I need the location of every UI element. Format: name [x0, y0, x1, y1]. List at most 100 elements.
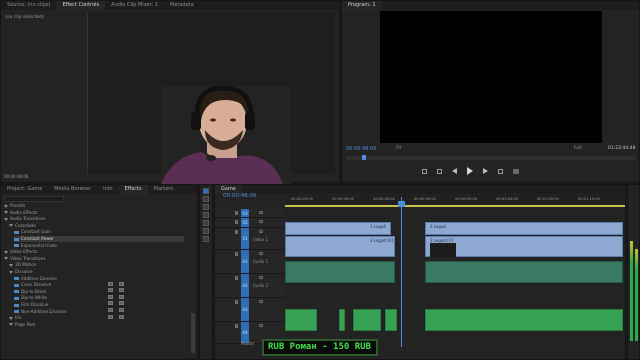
- lift-icon[interactable]: [498, 168, 503, 174]
- clip-audio-a1-2[interactable]: [425, 261, 623, 283]
- tab-source[interactable]: Source: (no clips): [1, 1, 56, 10]
- effect-item[interactable]: Dip to White: [14, 295, 184, 306]
- master-track-label: Master: [241, 341, 255, 346]
- track-target-toggle[interactable]: V2: [241, 218, 249, 227]
- effect-folder[interactable]: Audio Effects: [4, 210, 184, 216]
- effect-item[interactable]: Exponential Fade: [14, 243, 184, 249]
- effect-folder[interactable]: Crossfade: [9, 223, 184, 229]
- playhead-handle-icon[interactable]: [398, 201, 405, 207]
- tab-project[interactable]: Project: Game: [1, 185, 48, 194]
- program-scrubber-bar[interactable]: [346, 156, 636, 160]
- lock-icon[interactable]: [235, 324, 238, 328]
- ruler-tick-label: 00:01:10:00: [578, 197, 600, 201]
- effect-folder[interactable]: Presets: [4, 203, 184, 209]
- clip-video-v2-1[interactable]: 3 Lega4: [285, 222, 391, 235]
- track-header-a2[interactable]: A2 Audio 2: [215, 274, 285, 298]
- clip-audio-a3-4[interactable]: [385, 309, 397, 331]
- effect-folder[interactable]: Page Peel: [9, 322, 184, 328]
- program-duration: 01:23:44:48: [608, 146, 636, 151]
- effect-item[interactable]: Non-Additive Dissolve: [14, 309, 184, 319]
- program-current-timecode[interactable]: 00:00:48:06: [346, 146, 377, 152]
- step-forward-icon[interactable]: [483, 168, 488, 174]
- lock-icon[interactable]: [235, 252, 238, 256]
- export-frame-icon[interactable]: [513, 168, 519, 174]
- lock-icon[interactable]: [235, 230, 238, 234]
- slip-tool-icon[interactable]: [203, 220, 209, 226]
- effect-folder[interactable]: Audio Transitions: [4, 216, 184, 222]
- tab-effects[interactable]: Effects: [118, 185, 148, 194]
- effect-item[interactable]: Constant Gain: [14, 229, 184, 235]
- program-fit-select[interactable]: Fit: [396, 146, 401, 151]
- program-playhead-icon[interactable]: [362, 155, 366, 160]
- timeline-timecode[interactable]: 00:00:48:06: [223, 193, 257, 199]
- track-target-toggle[interactable]: A2: [241, 274, 249, 297]
- effect-item[interactable]: Constant Power: [14, 236, 184, 242]
- tab-program[interactable]: Program: 1: [342, 1, 382, 10]
- track-header-a1[interactable]: A1 Audio 1: [215, 250, 285, 274]
- clip-video-v1-2[interactable]: 3 Lega4 [V]: [425, 236, 623, 257]
- program-monitor-panel: Program: 1 00:00:48:06 Fit Full 01:23:44…: [341, 0, 640, 183]
- lock-icon[interactable]: [235, 211, 238, 215]
- ripple-edit-tool-icon[interactable]: [203, 204, 209, 210]
- toggle-output-icon[interactable]: [259, 300, 263, 303]
- toggle-output-icon[interactable]: [259, 211, 263, 214]
- effect-item[interactable]: Film Dissolve: [14, 302, 184, 312]
- effect-folder[interactable]: Dissolve: [9, 269, 184, 275]
- toggle-output-icon[interactable]: [259, 276, 263, 279]
- track-target-toggle[interactable]: A4: [241, 322, 249, 343]
- pen-tool-icon[interactable]: [203, 228, 209, 234]
- toggle-output-icon[interactable]: [259, 220, 263, 223]
- tab-effect-controls[interactable]: Effect Controls: [56, 1, 106, 10]
- track-header-a3[interactable]: A3: [215, 298, 285, 322]
- clip-audio-a3-3[interactable]: [353, 309, 381, 331]
- clip-audio-a3-2[interactable]: [339, 309, 345, 331]
- track-header-v1[interactable]: V1 Video 1: [215, 228, 285, 250]
- effect-item-label: Video Transitions: [10, 255, 46, 261]
- track-header-v3[interactable]: V3: [215, 209, 285, 218]
- razor-tool-icon[interactable]: [203, 212, 209, 218]
- lock-icon[interactable]: [235, 300, 238, 304]
- effect-folder[interactable]: Video Transitions: [4, 256, 184, 262]
- toggle-output-icon[interactable]: [259, 252, 263, 255]
- toggle-output-icon[interactable]: [259, 324, 263, 327]
- effect-item[interactable]: Dip to Black: [14, 289, 184, 299]
- selection-tool-icon[interactable]: [203, 188, 209, 194]
- tab-audio-clip-mixer[interactable]: Audio Clip Mixer: 1: [105, 1, 164, 10]
- clip-audio-a3-5[interactable]: [425, 309, 623, 331]
- tab-info[interactable]: Info: [97, 185, 118, 194]
- effect-folder[interactable]: 3D Motion: [9, 262, 184, 268]
- effects-search-input[interactable]: [4, 196, 64, 202]
- program-video-frame[interactable]: [380, 11, 602, 143]
- timeline-playhead[interactable]: [401, 197, 402, 347]
- effects-scrollbar[interactable]: [191, 313, 195, 353]
- track-select-tool-icon[interactable]: [203, 196, 209, 202]
- effect-item[interactable]: Additive Dissolve: [14, 276, 184, 286]
- clip-audio-a1-1[interactable]: [285, 261, 395, 283]
- audio-meter-right: [635, 249, 638, 341]
- clip-video-v1-1[interactable]: 3 Lega4 [V]: [285, 236, 395, 257]
- play-icon[interactable]: [467, 167, 473, 175]
- clip-video-v2-2[interactable]: 3 Lega4: [425, 222, 623, 235]
- clip-audio-a3-1[interactable]: [285, 309, 317, 331]
- step-back-icon[interactable]: [452, 168, 457, 174]
- mark-out-icon[interactable]: [437, 168, 442, 174]
- track-header-v2[interactable]: V2: [215, 218, 285, 228]
- tab-media-browser[interactable]: Media Browser: [48, 185, 97, 194]
- effect-item[interactable]: Cross Dissolve: [14, 282, 184, 293]
- track-target-toggle[interactable]: V3: [241, 209, 249, 217]
- tab-markers[interactable]: Markers: [148, 185, 180, 194]
- track-target-toggle[interactable]: A3: [241, 298, 249, 321]
- hand-tool-icon[interactable]: [203, 236, 209, 242]
- program-quality-select[interactable]: Full: [574, 146, 582, 151]
- lock-icon[interactable]: [235, 276, 238, 280]
- work-area-bar[interactable]: [285, 205, 625, 207]
- toggle-output-icon[interactable]: [259, 230, 263, 233]
- track-target-toggle[interactable]: V1: [241, 228, 249, 249]
- lock-icon[interactable]: [235, 220, 238, 224]
- tab-metadata[interactable]: Metadata: [164, 1, 200, 10]
- mark-in-icon[interactable]: [422, 168, 427, 174]
- track-name: Audio 1: [253, 259, 269, 264]
- track-target-toggle[interactable]: A1: [241, 250, 249, 273]
- effect-folder[interactable]: Video Effects: [4, 249, 184, 255]
- effect-folder[interactable]: Iris: [9, 315, 184, 321]
